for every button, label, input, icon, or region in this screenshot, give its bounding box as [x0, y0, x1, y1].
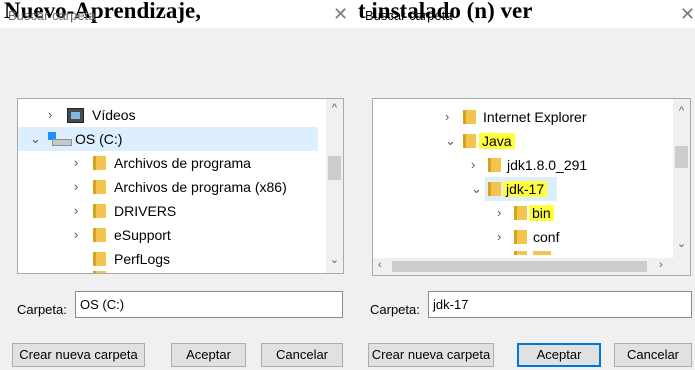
chevron-right-icon[interactable]: › [74, 155, 78, 170]
dialog-title: Buscar carpeta [8, 8, 96, 23]
tree-item-label: Internet Explorer [483, 109, 587, 125]
scroll-corner [673, 258, 690, 275]
scroll-up-icon[interactable]: ^ [673, 105, 690, 117]
tree-item-partial [373, 249, 690, 255]
scroll-thumb[interactable] [328, 156, 341, 180]
tree-item-label: Vídeos [92, 107, 136, 123]
video-icon [67, 108, 84, 123]
tree-item-label: Archivos de programa (x86) [114, 179, 287, 195]
tree-item-label: OS (C:) [75, 131, 123, 147]
scroll-thumb[interactable] [392, 261, 647, 272]
accept-button[interactable]: Aceptar [517, 343, 601, 367]
tree-item-label: DRIVERS [114, 203, 177, 219]
folder-icon [463, 134, 476, 148]
tree-item-label: eSupport [114, 227, 171, 243]
folder-icon [93, 252, 106, 266]
scroll-left-icon[interactable]: ‹ [378, 259, 382, 271]
tree-item-java[interactable]: ⌄ Java [373, 129, 690, 153]
folder-icon [514, 251, 527, 255]
tree-item-label: Archivos de programa [114, 155, 251, 171]
folder-browser-dialog-left: Buscar carpeta ✕ › Vídeos ⌄ OS (C:) › Ar… [0, 0, 355, 370]
tree-item-conf[interactable]: › conf [373, 225, 690, 249]
cancel-button[interactable]: Cancelar [261, 343, 343, 367]
folder-tree[interactable]: › Vídeos ⌄ OS (C:) › Archivos de program… [17, 98, 344, 274]
close-icon[interactable]: ✕ [680, 4, 695, 25]
chevron-right-icon[interactable]: › [497, 229, 501, 244]
chevron-right-icon[interactable]: › [497, 205, 501, 220]
scroll-thumb[interactable] [675, 146, 688, 168]
folder-icon [514, 230, 527, 244]
tree-item-archivos-de-programa[interactable]: › Archivos de programa [18, 151, 343, 175]
tree-item-os-c[interactable]: ⌄ OS (C:) [18, 127, 318, 151]
horizontal-scrollbar[interactable]: ‹ › [373, 258, 673, 275]
tree-item-archivos-de-programa-x86[interactable]: › Archivos de programa (x86) [18, 175, 343, 199]
cancel-button[interactable]: Cancelar [614, 343, 692, 367]
folder-field[interactable]: jdk-17 [428, 291, 692, 318]
folder-icon [488, 158, 501, 172]
chevron-right-icon[interactable]: › [48, 107, 52, 122]
accept-button[interactable]: Aceptar [171, 343, 246, 367]
chevron-right-icon[interactable]: › [74, 203, 78, 218]
chevron-right-icon[interactable]: › [74, 227, 78, 242]
tree-item-jdk-17[interactable]: ⌄ jdk-17 [373, 177, 690, 201]
folder-icon [93, 204, 106, 218]
folder-tree[interactable]: › Internet Explorer ⌄ Java › jdk1.8.0_29… [372, 98, 691, 276]
folder-browser-dialog-right: Buscar carpeta ✕ › Internet Explorer ⌄ J… [355, 0, 695, 370]
tree-item-partial [18, 271, 343, 273]
tree-item-label: bin [529, 205, 554, 221]
close-icon[interactable]: ✕ [333, 4, 348, 25]
chevron-right-icon[interactable]: › [471, 157, 475, 172]
new-folder-button[interactable]: Crear nueva carpeta [12, 343, 145, 367]
tree-item-label: Java [479, 133, 515, 149]
chevron-right-icon[interactable]: › [74, 179, 78, 194]
tree-item-label: conf [533, 229, 560, 245]
tree-item-bin[interactable]: › bin [373, 201, 690, 225]
chevron-down-icon[interactable]: ⌄ [471, 181, 482, 197]
scroll-up-icon[interactable]: ^ [326, 102, 343, 114]
folder-icon [463, 110, 476, 124]
tree-item-perflogs[interactable]: PerfLogs [18, 247, 343, 271]
drive-icon [48, 132, 72, 146]
tree-item-jdk1-8[interactable]: › jdk1.8.0_291 [373, 153, 690, 177]
tree-item-internet-explorer[interactable]: › Internet Explorer [373, 105, 690, 129]
scroll-right-icon[interactable]: › [659, 259, 663, 271]
tree-item-label: jdk-17 [503, 181, 548, 197]
chevron-down-icon[interactable]: ⌄ [445, 133, 456, 149]
folder-icon [93, 228, 106, 242]
tree-item-drivers[interactable]: › DRIVERS [18, 199, 343, 223]
folder-icon [93, 156, 106, 170]
vertical-scrollbar[interactable]: ^ ⌄ [673, 99, 690, 258]
tree-item-label: jdk1.8.0_291 [507, 157, 588, 173]
tree-item-esupport[interactable]: › eSupport [18, 223, 343, 247]
tree-item-videos[interactable]: › Vídeos [18, 103, 343, 127]
folder-icon [514, 206, 527, 220]
folder-icon [93, 271, 106, 273]
folder-icon [93, 180, 106, 194]
folder-label: Carpeta: [17, 302, 67, 317]
folder-icon [488, 182, 501, 196]
folder-icon [533, 251, 551, 255]
new-folder-button[interactable]: Crear nueva carpeta [368, 343, 494, 367]
tree-item-label: PerfLogs [114, 251, 171, 267]
dialog-title: Buscar carpeta [365, 8, 453, 23]
chevron-down-icon[interactable]: ⌄ [30, 131, 41, 147]
folder-field[interactable]: OS (C:) [75, 291, 343, 318]
vertical-scrollbar[interactable]: ^ ⌄ [326, 99, 343, 273]
folder-label: Carpeta: [370, 302, 420, 317]
scroll-down-icon[interactable]: ⌄ [673, 237, 690, 250]
chevron-right-icon[interactable]: › [445, 109, 449, 124]
scroll-down-icon[interactable]: ⌄ [326, 253, 343, 266]
